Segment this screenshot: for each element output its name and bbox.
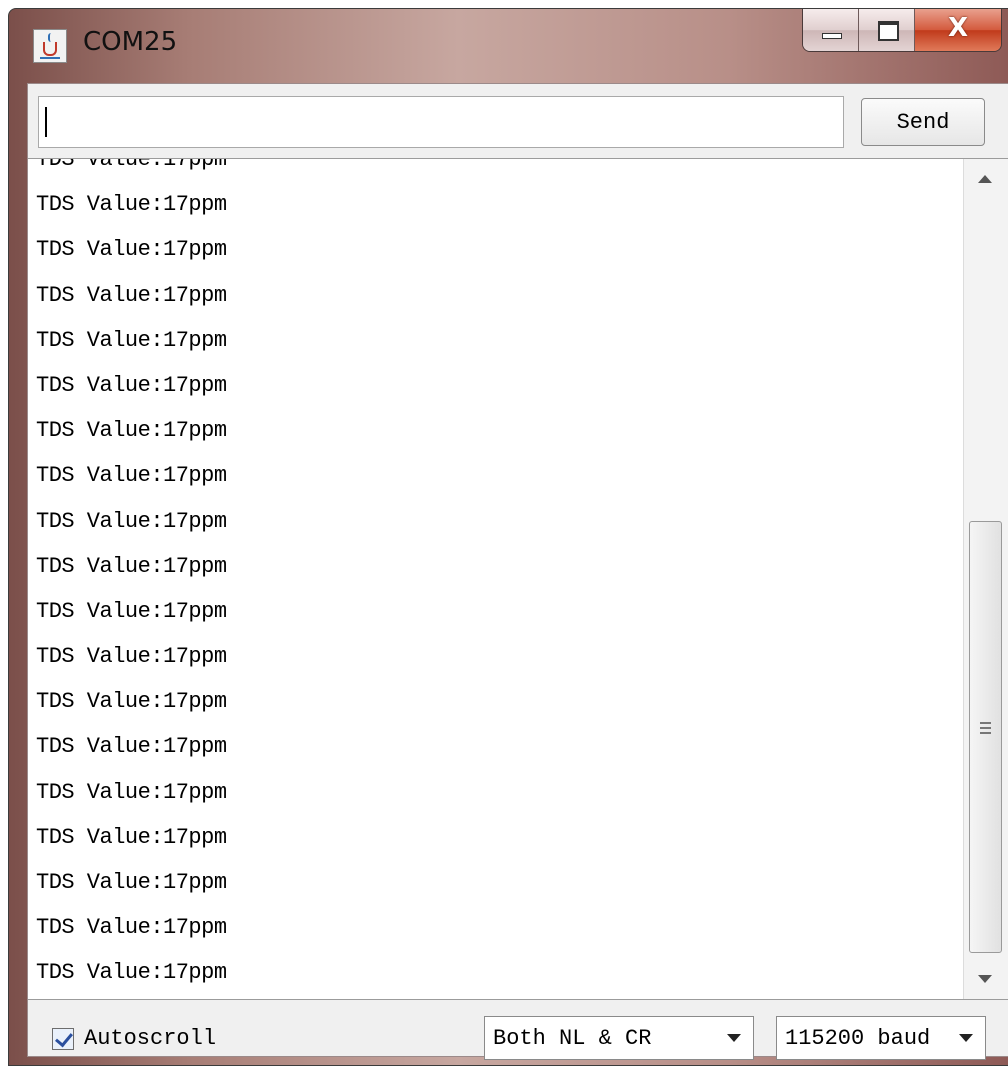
scroll-down-icon[interactable]: [978, 975, 992, 983]
autoscroll-checkbox[interactable]: [52, 1027, 74, 1050]
output-line: TDS Value:17ppm: [36, 824, 227, 850]
send-input[interactable]: [38, 96, 844, 148]
chevron-down-icon: [959, 1034, 973, 1042]
baud-rate-value: 115200 baud: [785, 1025, 931, 1051]
output-line: TDS Value:17ppm: [36, 598, 227, 624]
line-ending-select[interactable]: Both NL & CR: [484, 1016, 754, 1060]
minimize-button[interactable]: [803, 9, 859, 51]
client-area: Send TDS Value:17ppm TDS Value:17ppm TDS V…: [27, 83, 1008, 1060]
vertical-scrollbar[interactable]: [963, 159, 1008, 999]
java-app-icon: [33, 29, 67, 63]
output-line: TDS Value:17ppm: [36, 418, 227, 444]
output-line: TDS Value:17ppm: [36, 644, 227, 670]
output-line: TDS Value:17ppm: [36, 192, 227, 218]
minimize-icon: [822, 33, 842, 39]
output-line: TDS Value:17ppm: [36, 960, 227, 986]
output-line: TDS Value:17ppm: [36, 689, 227, 715]
output-line: TDS Value:17ppm: [36, 327, 227, 353]
send-button[interactable]: Send: [861, 98, 985, 146]
output-line: TDS Value:17ppm: [36, 237, 227, 263]
close-button[interactable]: X: [915, 9, 1001, 51]
baud-rate-select[interactable]: 115200 baud: [776, 1016, 986, 1060]
autoscroll-toggle[interactable]: Autoscroll: [52, 1026, 216, 1051]
check-icon: [55, 1028, 73, 1047]
output-lines: TDS Value:17ppm TDS Value:17ppm TDS Value:…: [36, 158, 227, 996]
output-line: TDS Value:17ppm: [36, 553, 227, 579]
grip-icon: [980, 722, 991, 734]
output-line: TDS Value:17ppm: [36, 372, 227, 398]
line-ending-value: Both NL & CR: [493, 1025, 652, 1051]
serial-monitor-window: COM25 X Send TDS Value:17ppm TDS Value:17…: [8, 8, 1008, 1066]
output-line: TDS Value:17ppm: [36, 282, 227, 308]
scrollbar-thumb[interactable]: [969, 521, 1002, 953]
window-title: COM25: [83, 27, 178, 57]
scroll-up-icon[interactable]: [978, 175, 992, 183]
text-caret: [45, 107, 47, 137]
output-line: TDS Value:17ppm: [36, 463, 227, 489]
close-icon: X: [947, 13, 969, 43]
output-line: TDS Value:17ppm: [36, 508, 227, 534]
title-bar[interactable]: COM25 X: [9, 9, 1008, 83]
chevron-down-icon: [727, 1034, 741, 1042]
output-line: TDS Value:17ppm: [36, 158, 227, 172]
maximize-button[interactable]: [859, 9, 915, 51]
output-line: TDS Value:17ppm: [36, 915, 227, 941]
maximize-icon: [878, 21, 899, 41]
output-line: TDS Value:17ppm: [36, 779, 227, 805]
caption-buttons: X: [802, 9, 1002, 52]
output-line: TDS Value:17ppm: [36, 870, 227, 895]
serial-output[interactable]: TDS Value:17ppm TDS Value:17ppm TDS Value:…: [28, 158, 1008, 1000]
autoscroll-label: Autoscroll: [84, 1026, 217, 1051]
footer-bar: Autoscroll Both NL & CR 115200 baud: [28, 1000, 1008, 1060]
output-line: TDS Value:17ppm: [36, 734, 227, 760]
